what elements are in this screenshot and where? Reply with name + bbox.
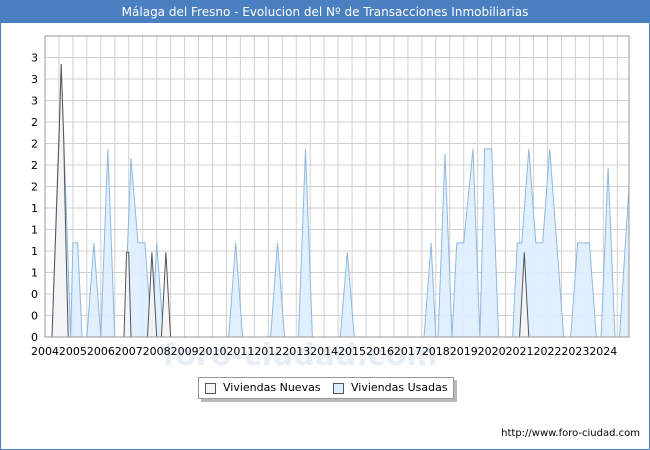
x-tick-label: 2017 [394, 345, 422, 358]
y-tick-label: 3 [31, 73, 38, 86]
x-tick-label: 2010 [198, 345, 226, 358]
y-tick-label: 3 [31, 95, 38, 108]
y-tick-label: 2 [31, 138, 38, 151]
y-tick-label: 1 [31, 202, 38, 215]
legend-swatch-usadas [333, 383, 344, 394]
x-tick-label: 2014 [310, 345, 338, 358]
x-tick-label: 2011 [226, 345, 254, 358]
x-tick-label: 2009 [171, 345, 199, 358]
y-tick-label: 2 [31, 159, 38, 172]
y-tick-label: 2 [31, 116, 38, 129]
y-tick-label: 1 [31, 245, 38, 258]
x-tick-label: 2019 [450, 345, 478, 358]
x-tick-label: 2015 [338, 345, 366, 358]
x-tick-label: 2018 [422, 345, 450, 358]
y-tick-label: 0 [31, 288, 38, 301]
x-tick-label: 2023 [561, 345, 589, 358]
x-tick-label: 2004 [31, 345, 59, 358]
x-tick-label: 2013 [282, 345, 310, 358]
y-tick-label: 1 [31, 224, 38, 237]
source-url: http://www.foro-ciudad.com [501, 428, 640, 439]
x-tick-label: 2020 [478, 345, 506, 358]
x-tick-label: 2016 [366, 345, 394, 358]
y-tick-label: 2 [31, 181, 38, 194]
legend-swatch-nuevas [205, 383, 216, 394]
x-tick-label: 2012 [254, 345, 282, 358]
y-tick-label: 3 [31, 52, 38, 65]
y-tick-label: 0 [31, 310, 38, 323]
y-tick-label: 1 [31, 267, 38, 280]
y-tick-label: 0 [31, 331, 38, 344]
legend: Viviendas Nuevas Viviendas Usadas [198, 377, 454, 399]
legend-label-usadas: Viviendas Usadas [351, 381, 448, 394]
x-tick-label: 2021 [506, 345, 534, 358]
x-tick-label: 2005 [59, 345, 87, 358]
x-tick-label: 2006 [87, 345, 115, 358]
legend-label-nuevas: Viviendas Nuevas [223, 381, 321, 394]
x-tick-label: 2008 [143, 345, 171, 358]
x-tick-label: 2022 [533, 345, 561, 358]
x-tick-label: 2024 [589, 345, 617, 358]
x-tick-label: 2007 [115, 345, 143, 358]
